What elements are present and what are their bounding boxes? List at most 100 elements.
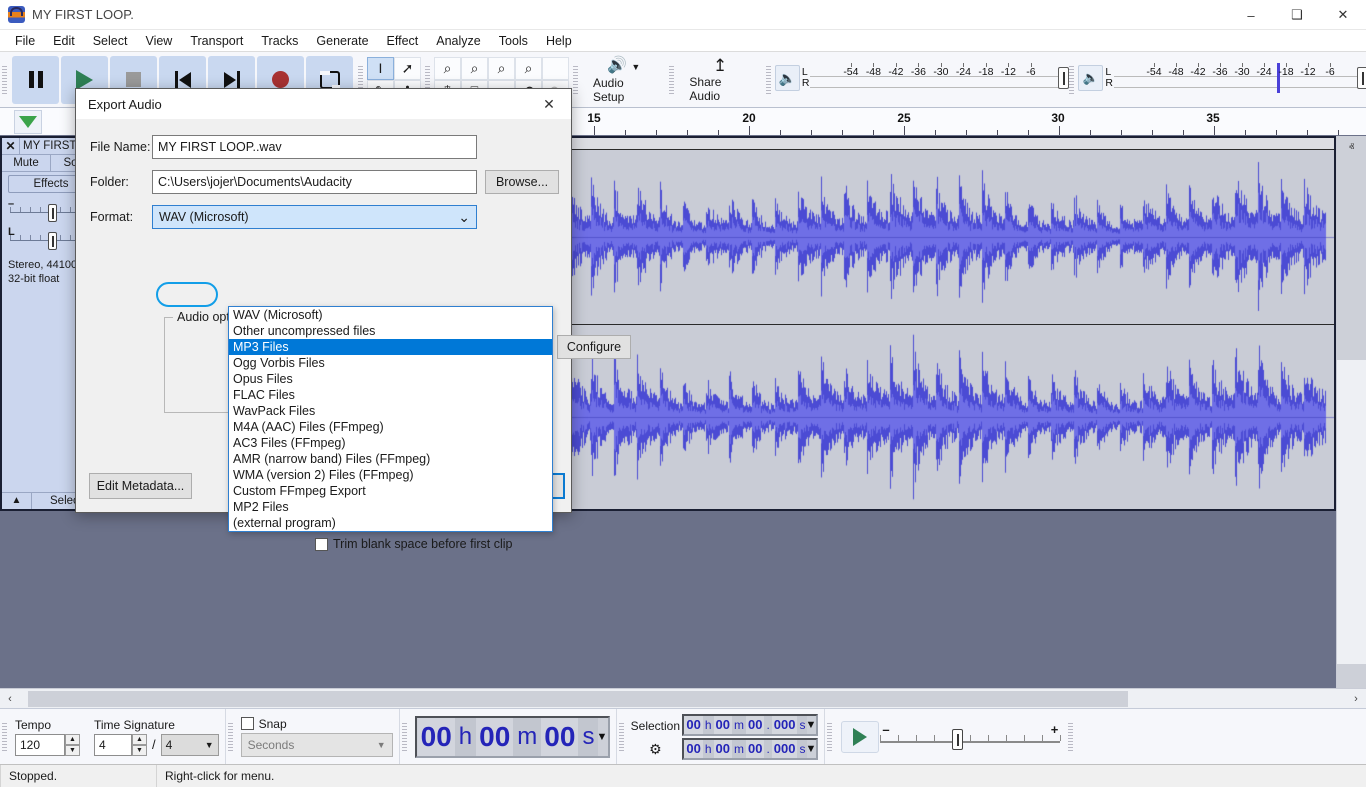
menu-effect[interactable]: Effect — [378, 32, 428, 50]
play-at-speed-button[interactable] — [841, 721, 879, 753]
menu-help[interactable]: Help — [537, 32, 581, 50]
collapse-track-button[interactable]: ▲ — [2, 493, 32, 509]
scroll-right-button[interactable]: › — [1346, 693, 1366, 705]
format-option[interactable]: AC3 Files (FFmpeg) — [229, 435, 552, 451]
tempo-spinner[interactable]: 120 ▲▼ — [15, 734, 80, 756]
format-option[interactable]: WavPack Files — [229, 403, 552, 419]
audio-position-dropdown-icon[interactable]: ▼ — [596, 731, 607, 743]
bottom-toolbar-end-grip[interactable] — [1066, 709, 1075, 764]
audio-position-display[interactable]: 00 h 00 m 00 s ▼ — [415, 716, 611, 758]
format-option[interactable]: M4A (AAC) Files (FFmpeg) — [229, 419, 552, 435]
time-sig-upper-input[interactable]: 4 — [94, 734, 132, 756]
format-option[interactable]: (external program) — [229, 515, 552, 531]
format-option[interactable]: FLAC Files — [229, 387, 552, 403]
time-toolbar-grip[interactable] — [400, 709, 409, 764]
vertical-scrollbar[interactable]: ⱏ ⱟ — [1336, 136, 1366, 688]
snap-unit-select[interactable]: Seconds ▼ — [241, 733, 393, 757]
horizontal-scroll-track[interactable] — [20, 691, 1346, 707]
close-track-button[interactable]: ✕ — [2, 138, 20, 155]
format-option[interactable]: WAV (Microsoft) — [229, 307, 552, 323]
tempo-spin-buttons[interactable]: ▲▼ — [65, 734, 80, 756]
menu-view[interactable]: View — [136, 32, 181, 50]
pan-slider-knob[interactable] — [48, 232, 57, 250]
format-option[interactable]: Opus Files — [229, 371, 552, 387]
speaker-icon[interactable]: 🔈 — [1078, 65, 1103, 91]
folder-input[interactable]: C:\Users\jojer\Documents\Audacity — [152, 170, 477, 194]
tempo-up[interactable]: ▲ — [65, 734, 80, 745]
pinned-play-head-icon[interactable] — [14, 110, 42, 134]
zoom-toggle-button[interactable]: ⌕ — [515, 57, 542, 80]
snap-checkbox-row[interactable]: Snap — [241, 717, 393, 731]
record-meter-grip[interactable] — [764, 52, 773, 107]
minimize-button[interactable]: – — [1228, 0, 1274, 30]
menu-transport[interactable]: Transport — [181, 32, 252, 50]
snap-checkbox[interactable] — [241, 717, 254, 730]
sel-start-dropdown-icon[interactable]: ▼ — [805, 719, 816, 731]
selection-start-display[interactable]: 00 h 00 m 00 . 000 s ▼ — [682, 714, 818, 736]
close-button[interactable]: ✕ — [1320, 0, 1366, 30]
selection-toolbar-grip[interactable] — [617, 709, 626, 764]
play-speed-knob[interactable] — [952, 729, 963, 750]
vertical-scroll-thumb[interactable] — [1337, 160, 1366, 360]
selection-tool[interactable]: I — [367, 57, 394, 80]
time-sig-spin-buttons[interactable]: ▲▼ — [132, 734, 147, 756]
trim-blank-space-row[interactable]: Trim blank space before first clip — [315, 537, 512, 551]
file-name-input[interactable]: MY FIRST LOOP..wav — [152, 135, 477, 159]
menu-file[interactable]: File — [6, 32, 44, 50]
format-option[interactable]: Custom FFmpeg Export — [229, 483, 552, 499]
snapping-toolbar-grip[interactable] — [226, 709, 235, 764]
pause-button[interactable] — [12, 56, 59, 104]
format-dropdown-list[interactable]: WAV (Microsoft)Other uncompressed filesM… — [228, 306, 553, 532]
menu-edit[interactable]: Edit — [44, 32, 84, 50]
time-sig-lower-select[interactable]: 4 ▼ — [161, 734, 219, 756]
time-signature-toolbar-grip[interactable] — [0, 709, 9, 764]
format-option[interactable]: AMR (narrow band) Files (FFmpeg) — [229, 451, 552, 467]
mute-button[interactable]: Mute — [2, 155, 51, 171]
horizontal-scrollbar[interactable]: ‹ › — [0, 688, 1366, 708]
menu-generate[interactable]: Generate — [307, 32, 377, 50]
tempo-down[interactable]: ▼ — [65, 745, 80, 756]
format-select[interactable]: WAV (Microsoft) ⌄ — [152, 205, 477, 229]
export-audio-dialog[interactable]: Export Audio ✕ File Name: MY FIRST LOOP.… — [75, 88, 572, 513]
menu-tracks[interactable]: Tracks — [252, 32, 307, 50]
audio-setup-button[interactable]: 🔊 ▼ Audio Setup — [582, 55, 665, 105]
gear-icon[interactable]: ⚙ — [649, 738, 662, 760]
play-speed-slider[interactable]: – + — [880, 724, 1060, 750]
maximize-button[interactable]: ❑ — [1274, 0, 1320, 30]
time-sig-up[interactable]: ▲ — [132, 734, 147, 745]
trim-blank-space-checkbox[interactable] — [315, 538, 328, 551]
selection-end-display[interactable]: 00 h 00 m 00 . 000 s ▼ — [682, 738, 818, 760]
format-option[interactable]: WMA (version 2) Files (FFmpeg) — [229, 467, 552, 483]
sel-end-dropdown-icon[interactable]: ▼ — [805, 743, 816, 755]
dialog-close-button[interactable]: ✕ — [527, 89, 571, 119]
zoom-out-button[interactable]: ⌕ — [461, 57, 488, 80]
scroll-left-button[interactable]: ‹ — [0, 693, 20, 705]
zoom-in-button[interactable]: ⌕ — [434, 57, 461, 80]
configure-button[interactable]: Configure — [557, 335, 631, 359]
scroll-down-button[interactable]: ⱟ — [1337, 664, 1366, 688]
edit-metadata-button[interactable]: Edit Metadata... — [89, 473, 192, 499]
share-audio-button[interactable]: ↥ Share Audio — [678, 55, 761, 105]
play-meter-scale[interactable]: -54-48-42-36-30-24-18-12-6 — [1114, 63, 1364, 93]
fit-selection-button[interactable]: ⌕ — [488, 57, 515, 80]
format-option[interactable]: MP3 Files — [229, 339, 552, 355]
format-option[interactable]: MP2 Files — [229, 499, 552, 515]
menu-select[interactable]: Select — [84, 32, 137, 50]
browse-button[interactable]: Browse... — [485, 170, 559, 194]
envelope-tool[interactable]: ➚ — [394, 57, 421, 80]
format-option[interactable]: Other uncompressed files — [229, 323, 552, 339]
share-audio-grip[interactable] — [667, 52, 676, 107]
audio-setup-grip[interactable] — [571, 52, 580, 107]
gain-slider-knob[interactable] — [48, 204, 57, 222]
time-sig-down[interactable]: ▼ — [132, 745, 147, 756]
horizontal-scroll-thumb[interactable] — [28, 691, 1128, 707]
scroll-up-button[interactable]: ⱏ — [1337, 136, 1366, 160]
tempo-input[interactable]: 120 — [15, 734, 65, 756]
play-at-speed-grip[interactable] — [825, 709, 834, 764]
playback-meter[interactable]: 🔈 LR -54-48-42-36-30-24-18-12-6 — [1076, 52, 1366, 104]
menu-tools[interactable]: Tools — [490, 32, 537, 50]
transport-toolbar-grip[interactable] — [0, 52, 9, 107]
microphone-icon[interactable]: 🔈 — [775, 65, 800, 91]
recording-meter[interactable]: 🔈 LR -54-48-42-36-30-24-18-12-6 — [773, 52, 1068, 104]
menu-analyze[interactable]: Analyze — [427, 32, 489, 50]
